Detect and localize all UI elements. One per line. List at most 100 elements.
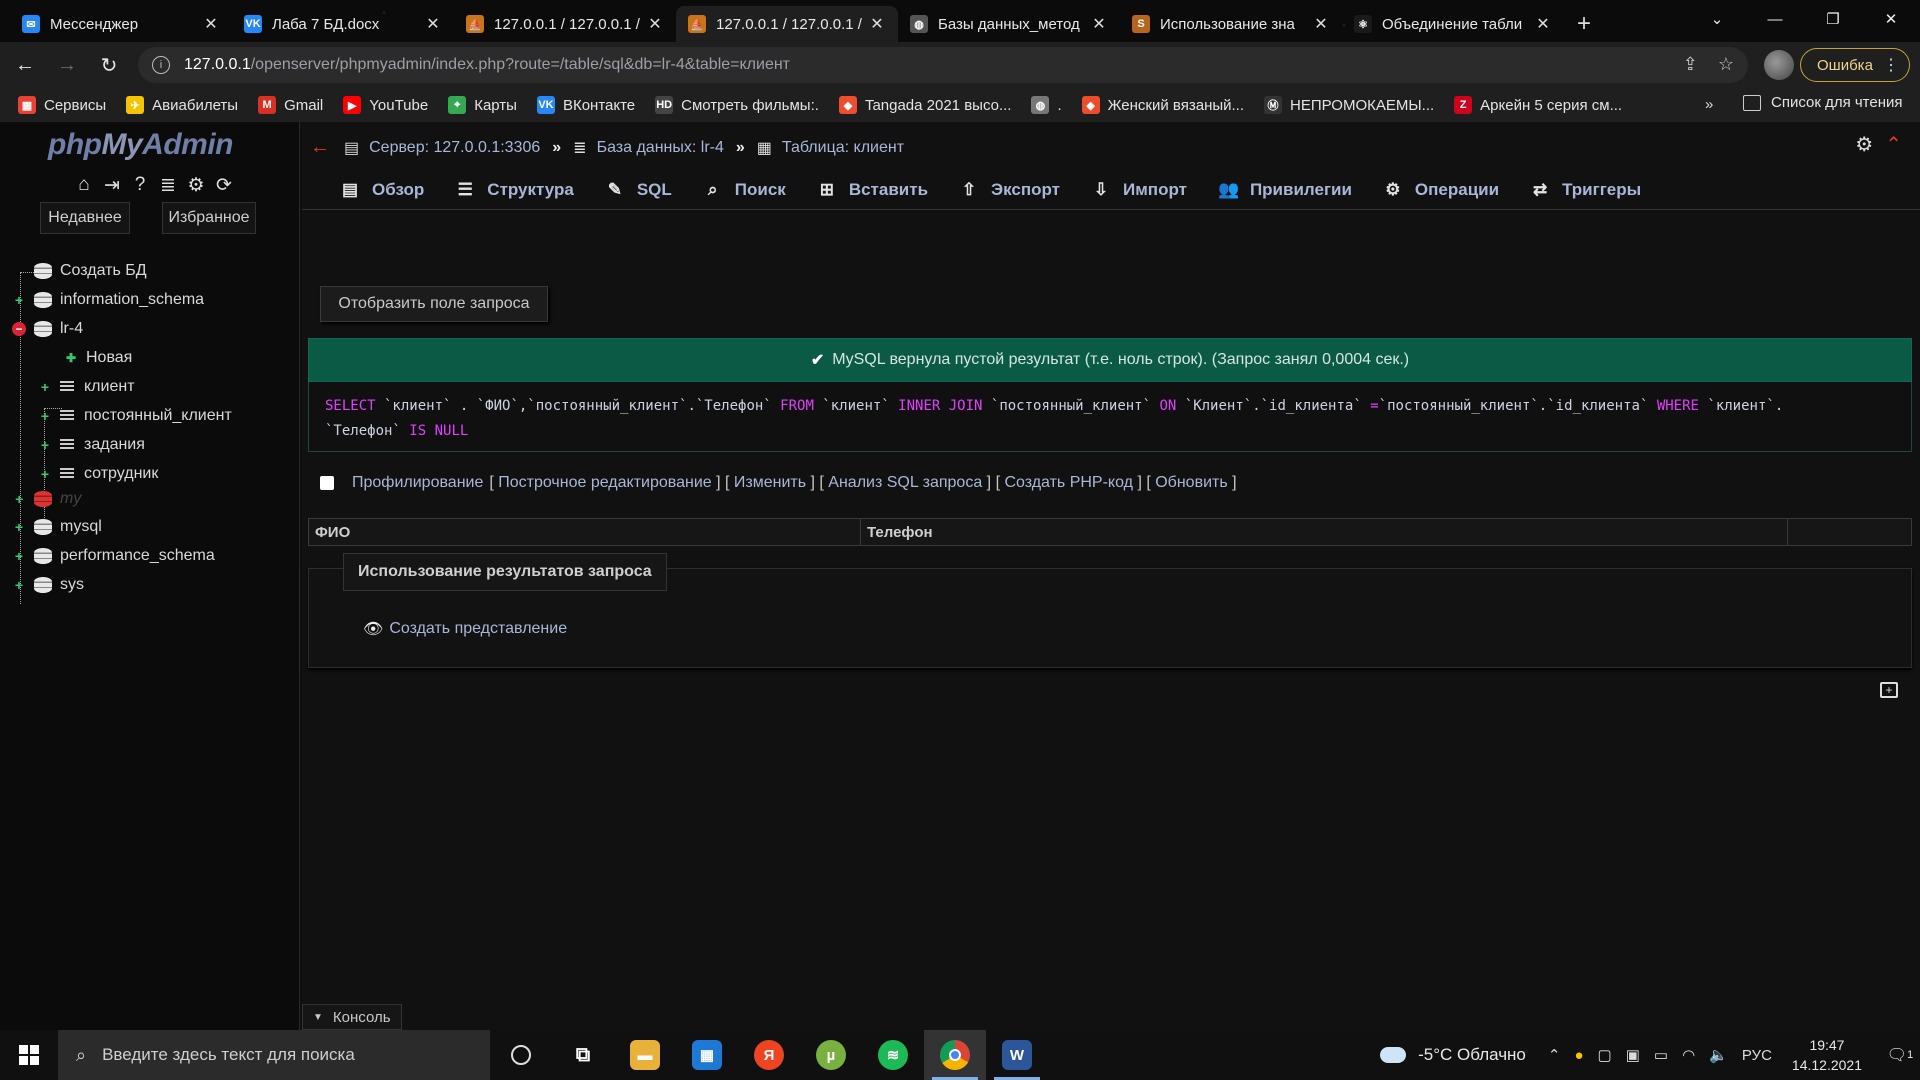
menu-tab-shuffle[interactable]: ⇄ Триггеры (1530, 180, 1641, 200)
bookmark-item[interactable]: ▶ YouTube (343, 96, 428, 114)
battery-icon[interactable]: ▭ (1654, 1046, 1668, 1064)
profiling-link[interactable]: Изменить (734, 474, 806, 491)
expand-plus-icon[interactable]: + (12, 519, 26, 535)
notification-center-button[interactable]: 🗨 1 (1880, 1030, 1920, 1080)
column-header-phone[interactable]: Телефон (861, 519, 1788, 545)
browser-tab[interactable]: ✉ Мессенджер ✕ (10, 6, 232, 42)
forward-button[interactable]: → (50, 48, 84, 82)
expand-plus-icon[interactable]: + (38, 408, 52, 424)
menu-tab-sql[interactable]: ✎ SQL (605, 180, 672, 200)
tray-overflow-icon[interactable]: ⌃ (1548, 1046, 1561, 1064)
tree-table-klient[interactable]: + клиент (38, 378, 135, 396)
back-button[interactable]: ← (8, 48, 42, 82)
logout-icon[interactable]: ⇥ (102, 174, 122, 197)
expand-plus-icon[interactable]: + (38, 379, 52, 395)
tab-close-icon[interactable]: ✕ (868, 14, 886, 34)
share-icon[interactable]: ⇪ (1683, 54, 1698, 75)
expand-plus-icon[interactable]: + (12, 548, 26, 564)
reload-button[interactable]: ↻ (92, 48, 126, 82)
close-window-button[interactable]: ✕ (1862, 0, 1920, 38)
menu-tab-insert[interactable]: ⊞ Вставить (817, 180, 928, 200)
meet-now-icon[interactable]: ▢ (1598, 1046, 1612, 1064)
menu-tab-search[interactable]: ⌕ Поиск (703, 180, 786, 200)
tree-table-postoyanny-klient[interactable]: + постоянный_клиент (38, 407, 232, 425)
profiling-link[interactable]: Создать PHP-код (1004, 474, 1133, 491)
menu-tab-export[interactable]: ⇧ Экспорт (959, 180, 1060, 200)
tree-db-sys[interactable]: + sys (12, 576, 84, 594)
console-toggle[interactable]: ▼ Консоль (302, 1004, 402, 1030)
site-info-icon[interactable]: i (152, 56, 170, 74)
bookmark-add-icon[interactable]: + (1880, 682, 1898, 698)
tray-app-icon[interactable]: ● (1574, 1047, 1583, 1064)
tab-close-icon[interactable]: ✕ (1312, 14, 1330, 34)
taskbar-search[interactable]: ⌕ Введите здесь текст для поиска (58, 1030, 490, 1080)
cortana-button[interactable] (490, 1030, 552, 1080)
database-icon[interactable]: ≣ (158, 174, 178, 197)
column-header-fio[interactable]: ФИО (309, 519, 861, 545)
tab-close-icon[interactable]: ✕ (424, 14, 442, 34)
profiling-link[interactable]: Построчное редактирование (498, 474, 711, 491)
help-icon[interactable]: ? (130, 174, 150, 197)
utorrent-button[interactable]: µ (800, 1030, 862, 1080)
start-button[interactable] (0, 1030, 58, 1080)
tab-close-icon[interactable]: ✕ (646, 14, 664, 34)
browser-tab[interactable]: ⚛ Объединение табли ✕ (1342, 6, 1564, 42)
menu-tab-users[interactable]: 👥 Привилегии (1218, 180, 1352, 200)
bookmark-item[interactable]: HD Смотреть фильмы:. (655, 96, 819, 114)
yandex-browser-button[interactable]: Я (738, 1030, 800, 1080)
volume-icon[interactable]: 🔈 (1709, 1046, 1728, 1064)
store-button[interactable]: ▦ (676, 1030, 738, 1080)
tree-table-zadaniya[interactable]: + задания (38, 436, 145, 454)
breadcrumb-table[interactable]: Таблица: клиент (782, 139, 904, 157)
collapse-minus-icon[interactable]: − (12, 322, 26, 336)
profiling-link[interactable]: Анализ SQL запроса (828, 474, 982, 491)
bookmark-item[interactable]: Ⓜ НЕПРОМОКАЕМЫ... (1264, 96, 1434, 114)
create-view-link[interactable]: 👁 Создать представление (363, 619, 567, 639)
minimize-button[interactable]: — (1746, 0, 1804, 38)
tree-db-my[interactable]: + my (12, 490, 81, 508)
bookmark-item[interactable]: M Gmail (258, 96, 323, 114)
expand-plus-icon[interactable]: + (38, 437, 52, 453)
menu-tab-browse[interactable]: ▤ Обзор (340, 180, 424, 200)
tree-db-information-schema[interactable]: + information_schema (12, 291, 204, 309)
phpmyadmin-logo[interactable]: phpMyAdmin (48, 128, 233, 162)
profiling-link[interactable]: Обновить (1155, 474, 1227, 491)
reading-list-button[interactable]: Список для чтения (1743, 94, 1903, 111)
breadcrumb-server[interactable]: Сервер: 127.0.0.1:3306 (369, 139, 540, 157)
url-field[interactable]: i 127.0.0.1/openserver/phpmyadmin/index.… (138, 47, 1748, 83)
bookmark-item[interactable]: Z Аркейн 5 серия см... (1454, 96, 1622, 114)
show-query-box-button[interactable]: Отобразить поле запроса (320, 286, 548, 322)
bookmark-item[interactable]: ✈ Авиабилеты (126, 96, 238, 114)
bookmarks-overflow-icon[interactable]: » (1705, 96, 1713, 113)
browser-tab[interactable]: VK Лаба 7 БД.docx ✕ (232, 6, 454, 42)
task-view-button[interactable]: ⧉ (552, 1030, 614, 1080)
expand-plus-icon[interactable]: + (38, 466, 52, 482)
profiling-label[interactable]: Профилирование (352, 474, 483, 492)
spotify-button[interactable]: ≋ (862, 1030, 924, 1080)
tree-db-lr4[interactable]: − lr-4 (12, 320, 83, 338)
settings-gear-icon[interactable]: ⚙ (186, 174, 206, 197)
menu-tab-gear[interactable]: ⚙ Операции (1383, 180, 1499, 200)
expand-plus-icon[interactable]: + (12, 491, 26, 507)
expand-plus-icon[interactable]: + (12, 577, 26, 593)
browser-tab[interactable]: ⛵ 127.0.0.1 / 127.0.0.1 / ✕ (454, 6, 676, 42)
bookmark-item[interactable]: ◆ Tangada 2021 высо... (838, 96, 1011, 114)
tab-close-icon[interactable]: ✕ (1090, 14, 1108, 34)
tab-close-icon[interactable]: ✕ (202, 14, 220, 34)
profile-avatar[interactable] (1764, 50, 1794, 80)
bookmark-item[interactable]: ◆ Женский вязаный... (1081, 96, 1244, 114)
tree-create-db[interactable]: Создать БД (34, 262, 147, 280)
tab-close-icon[interactable]: ✕ (1534, 14, 1552, 34)
weather-widget[interactable]: -5°C Облачно (1380, 1045, 1526, 1065)
home-icon[interactable]: ⌂ (74, 174, 94, 197)
tree-db-mysql[interactable]: + mysql (12, 518, 102, 536)
tree-new-table[interactable]: ✚ Новая (64, 349, 132, 367)
word-button[interactable]: W (986, 1030, 1048, 1080)
tree-table-sotrudnik[interactable]: + сотрудник (38, 465, 158, 483)
back-arrow-icon[interactable]: ← (310, 136, 330, 159)
network-share-icon[interactable]: ▣ (1626, 1046, 1640, 1064)
wifi-icon[interactable]: ◠ (1682, 1046, 1695, 1064)
reload-navigation-icon[interactable]: ⟳ (214, 174, 234, 197)
tab-search-icon[interactable]: ⌄ (1688, 0, 1746, 38)
chrome-button[interactable] (924, 1030, 986, 1080)
